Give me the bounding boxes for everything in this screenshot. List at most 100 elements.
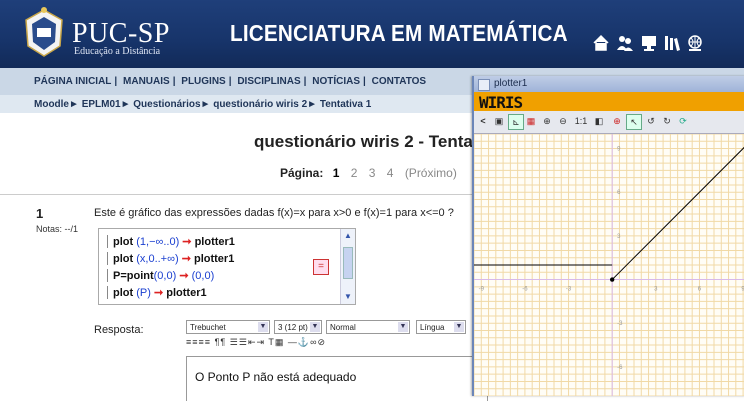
chevron-down-icon: ▼ — [258, 322, 268, 332]
nav-item-courses[interactable]: DISCIPLINAS — [237, 76, 300, 87]
globe-icon[interactable] — [686, 34, 704, 52]
wiris-bar: WIRIS — [474, 92, 744, 112]
zoom-in-icon[interactable]: ⊕ — [540, 114, 554, 128]
pager-current-page: 1 — [332, 166, 340, 180]
app-icon — [478, 79, 490, 91]
chevron-down-icon: ▼ — [398, 322, 408, 332]
nav-separator: | — [114, 76, 118, 87]
y-tick-label: -3 — [617, 321, 623, 327]
size-select[interactable]: 3 (12 pt) ▼ — [274, 320, 322, 334]
nav-item-contacts[interactable]: CONTATOS — [372, 76, 426, 87]
breadcrumb-quiz[interactable]: questionário wiris 2 — [213, 99, 307, 110]
university-subtitle: Educação a Distância — [74, 46, 161, 57]
formula-line: plot (1,−∞..0) ➞ plotter1 — [107, 235, 235, 248]
formula-scrollbar[interactable]: ▲ ▼ — [340, 229, 355, 304]
breadcrumb-moodle[interactable]: Moodle — [34, 99, 69, 110]
indent-icon[interactable]: ⇥ — [256, 337, 265, 347]
horizontal-rule-icon[interactable]: — — [288, 337, 298, 347]
breadcrumb-arrow-icon: ► — [120, 99, 134, 110]
zoom-out-icon[interactable]: ⊖ — [556, 114, 570, 128]
bg-color-icon[interactable]: ▦ — [275, 337, 285, 347]
pager-label: Página: — [280, 166, 324, 180]
save-icon[interactable]: ▣ — [492, 114, 506, 128]
grid-icon[interactable]: ▦ — [524, 114, 538, 128]
breadcrumb-attempt: Tentativa 1 — [319, 99, 372, 110]
pager-page-2[interactable]: 2 — [351, 166, 358, 180]
home-icon[interactable] — [592, 34, 610, 52]
link-icon[interactable]: ∞ — [310, 337, 317, 347]
nav-separator: | — [172, 76, 176, 87]
style-select[interactable]: Normal ▼ — [326, 320, 410, 334]
calculate-button[interactable]: = — [313, 259, 329, 275]
pager-next-link[interactable]: (Próximo) — [405, 166, 457, 180]
breadcrumb-arrow-icon: ► — [307, 99, 320, 110]
answer-text: O Ponto P não está adequado — [195, 370, 357, 384]
arrow-icon: ➞ — [179, 270, 189, 282]
formula-target: plotter1 — [194, 236, 235, 248]
wiris-logo: WIRIS — [479, 93, 523, 112]
nav-item-news[interactable]: NOTÍCIAS — [312, 76, 360, 87]
language-select[interactable]: Língua ▼ — [416, 320, 466, 334]
library-icon[interactable] — [663, 34, 681, 52]
users-icon[interactable] — [616, 34, 634, 52]
scroll-down-icon[interactable]: ▼ — [343, 292, 353, 302]
justify-icon[interactable]: ≡ — [205, 337, 211, 347]
plot-toolbar: < ▣ ⊾ ▦ ⊕ ⊖ 1:1 ◧ ⊕ ↖ ↺ ↻ ⟳ — [474, 111, 744, 134]
chevron-down-icon: ▼ — [310, 322, 320, 332]
nav-items: PÁGINA INICIAL | MANUAIS | PLUGINS | DISCIP… — [34, 76, 426, 87]
select-icon[interactable]: ↖ — [626, 114, 642, 130]
center-icon[interactable]: ⊕ — [610, 114, 624, 128]
unordered-list-icon[interactable]: ☰ — [239, 337, 248, 347]
divider — [0, 194, 480, 195]
course-title: LICENCIATURA EM MATEMÁTICA — [230, 20, 568, 46]
breadcrumb-course[interactable]: EPLM01 — [82, 99, 121, 110]
answer-editor[interactable]: O Ponto P não está adequado — [186, 356, 488, 401]
zoom-reset-button[interactable]: 1:1 — [572, 114, 590, 128]
rtl-icon[interactable]: ¶ — [220, 337, 226, 347]
pager-page-4[interactable]: 4 — [387, 166, 394, 180]
breadcrumb-quizzes[interactable]: Questionários — [133, 99, 200, 110]
unlink-icon[interactable]: ⊘ — [318, 337, 327, 347]
formula-keyword: plot — [113, 236, 134, 248]
rotate-left-icon[interactable]: ↺ — [644, 114, 658, 128]
formula-line: P=point(0,0) ➞ (0,0) — [107, 269, 214, 282]
wiris-formula-box[interactable]: plot (1,−∞..0) ➞ plotter1 plot (x,0..+∞)… — [98, 228, 356, 305]
response-label: Resposta: — [94, 324, 144, 336]
scroll-up-icon[interactable]: ▲ — [343, 231, 353, 241]
x-tick-label: -6 — [522, 287, 528, 293]
monitor-icon[interactable] — [640, 34, 658, 52]
chevron-down-icon: ▼ — [454, 322, 464, 332]
plot-area[interactable]: -9 -6 -3 3 6 9 9 6 3 -3 -6 — [474, 134, 744, 396]
point-p — [609, 277, 615, 282]
pager-page-3[interactable]: 3 — [369, 166, 376, 180]
formula-args: (P) — [136, 287, 151, 299]
font-select[interactable]: Trebuchet ▼ — [186, 320, 270, 334]
arrow-icon: ➞ — [182, 236, 192, 248]
x-tick-label: -3 — [566, 287, 572, 293]
refresh-icon[interactable]: ⟳ — [676, 114, 690, 128]
nav-item-plugins[interactable]: PLUGINS — [181, 76, 225, 87]
collapse-icon[interactable]: < — [476, 114, 490, 128]
nav-separator: | — [363, 76, 366, 87]
formula-target: plotter1 — [193, 253, 235, 265]
question-marks: Notas: --/1 — [36, 224, 79, 234]
plotter-window[interactable]: plotter1 WIRIS < ▣ ⊾ ▦ ⊕ ⊖ 1:1 ◧ ⊕ ↖ ↺ ↻… — [472, 76, 744, 396]
window-titlebar[interactable]: plotter1 — [474, 76, 744, 92]
y-tick-label: -6 — [617, 365, 623, 371]
university-crest-icon[interactable] — [22, 6, 66, 58]
formula-line: plot (x,0..+∞) ➞ plotter1 — [107, 252, 234, 265]
contrast-icon[interactable]: ◧ — [592, 114, 606, 128]
anchor-icon[interactable]: ⚓ — [298, 337, 310, 347]
formula-target: (0,0) — [191, 270, 215, 282]
page-title: questionário wiris 2 - Tentativ — [254, 132, 493, 151]
formula-line: plot (P) ➞ plotter1 — [107, 286, 207, 299]
ordered-list-icon[interactable]: ☰ — [230, 337, 239, 347]
rotate-right-icon[interactable]: ↻ — [660, 114, 674, 128]
plot-canvas[interactable]: -9 -6 -3 3 6 9963-3-6 — [474, 134, 744, 396]
formula-target: plotter1 — [166, 287, 207, 299]
nav-item-home[interactable]: PÁGINA INICIAL — [34, 76, 111, 87]
nav-item-manuals[interactable]: MANUAIS — [123, 76, 170, 87]
scroll-thumb[interactable] — [343, 247, 353, 279]
question-text: Este é gráfico das expressões dadas f(x)… — [94, 207, 454, 219]
axes-icon[interactable]: ⊾ — [508, 114, 524, 130]
